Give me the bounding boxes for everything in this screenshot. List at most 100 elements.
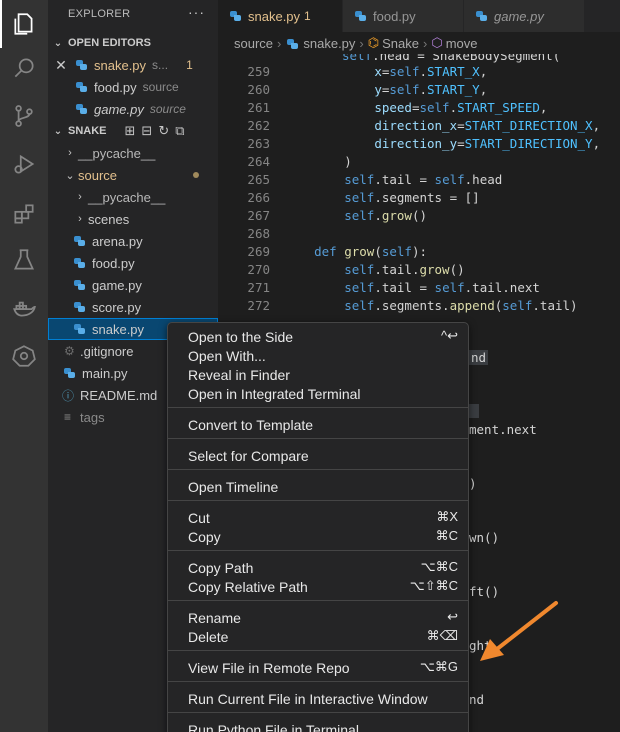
code-line-partial: self.head = SnakeBodySegment( [342,54,561,63]
python-file-icon [72,255,88,271]
menu-shortcut: ⌥⌘C [420,559,458,574]
activity-bar [0,0,48,732]
line-number: 267 [247,208,270,223]
menu-item-reveal-finder[interactable]: Reveal in Finder [168,365,468,384]
tree-item-label: __pycache__ [78,145,156,161]
breadcrumb-item[interactable]: snake.py [303,36,355,51]
menu-label: Open to the Side [188,328,294,345]
menu-label: Copy Path [188,559,254,576]
breadcrumb-item[interactable]: Snake [382,36,419,51]
testing-icon[interactable] [0,236,48,284]
info-icon: ⓘ [62,388,75,403]
tree-item-source-pycache[interactable]: › __pycache__ [48,186,218,208]
chevron-right-icon: › [277,35,282,51]
code-fragment: ment.next [469,422,537,437]
kubernetes-icon[interactable] [0,332,48,380]
python-file-icon [228,8,244,24]
code-fragment: ) [469,476,477,491]
run-debug-icon[interactable] [0,140,48,188]
project-header[interactable]: ⌄ SNAKE ⊞ ⊟ ↻ ⧉ [48,120,218,142]
menu-label: Reveal in Finder [188,366,290,383]
menu-item-open-timeline[interactable]: Open Timeline [168,477,468,496]
menu-separator [168,550,468,551]
menu-label: Convert to Template [188,416,314,433]
open-editor-item-game[interactable]: game.py source [48,98,218,120]
menu-label: Select for Compare [188,447,309,464]
code-line: self.tail = self.head [344,172,503,187]
tree-item-label: snake.py [92,321,145,337]
menu-label: Rename [188,609,241,626]
menu-label: Open Timeline [188,478,279,495]
open-editor-item-food[interactable]: food.py source [48,76,218,98]
line-number: 268 [247,226,270,241]
tree-item-label: source [78,167,118,183]
menu-item-run-terminal[interactable]: Run Python File in Terminal [168,720,468,732]
docker-icon[interactable] [0,284,48,332]
lines-icon: ≡ [64,410,72,424]
tree-item-source[interactable]: ⌄ source [48,164,218,186]
tab-game[interactable]: game.py [464,0,585,32]
line-number: 271 [247,280,270,295]
breadcrumb-item[interactable]: move [446,36,478,51]
tree-item-label: arena.py [92,233,143,249]
menu-separator [168,500,468,501]
tab-snake[interactable]: snake.py 1 [218,0,343,32]
open-editors-header[interactable]: ⌄ OPEN EDITORS [48,32,218,54]
menu-shortcut: ↩ [447,609,458,624]
menu-item-select-compare[interactable]: Select for Compare [168,446,468,465]
python-file-icon [474,8,490,24]
tab-food[interactable]: food.py [343,0,464,32]
tree-item-score[interactable]: score.py [48,296,218,318]
tree-item-scenes[interactable]: › scenes [48,208,218,230]
open-editor-label: game.py [94,101,144,117]
breadcrumb-item[interactable]: source [234,36,273,51]
menu-label: Open With... [188,347,266,364]
close-icon[interactable]: ✕ [48,57,74,74]
explorer-icon[interactable] [0,0,48,48]
menu-item-run-interactive[interactable]: Run Current File in Interactive Window [168,689,468,708]
code-line: direction_y=START_DIRECTION_Y, [374,136,601,151]
menu-item-copy-path[interactable]: Copy Path ⌥⌘C [168,558,468,577]
menu-item-copy[interactable]: Copy ⌘C [168,527,468,546]
class-icon: ⌬ [367,35,380,50]
code-line: self.segments.append(self.tail) [344,298,578,313]
tree-item-game[interactable]: game.py [48,274,218,296]
line-number: 264 [247,154,270,169]
collapse-all-icon[interactable]: ⧉ [175,123,184,139]
new-folder-icon[interactable]: ⊟ [141,123,158,139]
more-actions-icon[interactable]: ··· [188,4,205,20]
tree-item-label: .gitignore [80,343,134,359]
tree-item-label: score.py [92,299,142,315]
menu-label: Run Current File in Interactive Window [188,690,428,707]
menu-separator [168,438,468,439]
source-control-icon[interactable] [0,92,48,140]
modified-dot [193,172,199,178]
menu-item-open-with[interactable]: Open With... [168,346,468,365]
code-line: ) [284,154,352,169]
menu-item-open-terminal[interactable]: Open in Integrated Terminal [168,384,468,403]
python-file-icon [72,277,88,293]
menu-item-open-to-side[interactable]: Open to the Side ^↩ [168,327,468,346]
new-file-icon[interactable]: ⊞ [125,123,142,139]
tree-item-arena[interactable]: arena.py [48,230,218,252]
menu-shortcut: ⌘⌫ [426,628,458,643]
code-line: y=self.START_Y, [374,82,488,97]
menu-item-view-remote-repo[interactable]: View File in Remote Repo ⌥⌘G [168,658,468,677]
line-number: 266 [247,190,270,205]
extensions-icon[interactable] [0,190,48,238]
tree-item-pycache[interactable]: › __pycache__ [48,142,218,164]
menu-item-copy-relative-path[interactable]: Copy Relative Path ⌥⇧⌘C [168,577,468,596]
tree-item-label: scenes [88,211,130,227]
tab-label: snake.py [248,8,301,24]
open-editor-item-snake[interactable]: ✕ snake.py s... 1 [48,54,218,76]
open-editor-label: food.py [94,79,137,95]
menu-item-rename[interactable]: Rename ↩ [168,608,468,627]
tree-item-label: __pycache__ [88,189,166,205]
menu-item-cut[interactable]: Cut ⌘X [168,508,468,527]
code-fragment: wn() [469,530,500,545]
menu-item-convert-template[interactable]: Convert to Template [168,415,468,434]
refresh-icon[interactable]: ↻ [158,123,175,139]
tree-item-food[interactable]: food.py [48,252,218,274]
menu-item-delete[interactable]: Delete ⌘⌫ [168,627,468,646]
search-icon[interactable] [0,44,48,92]
